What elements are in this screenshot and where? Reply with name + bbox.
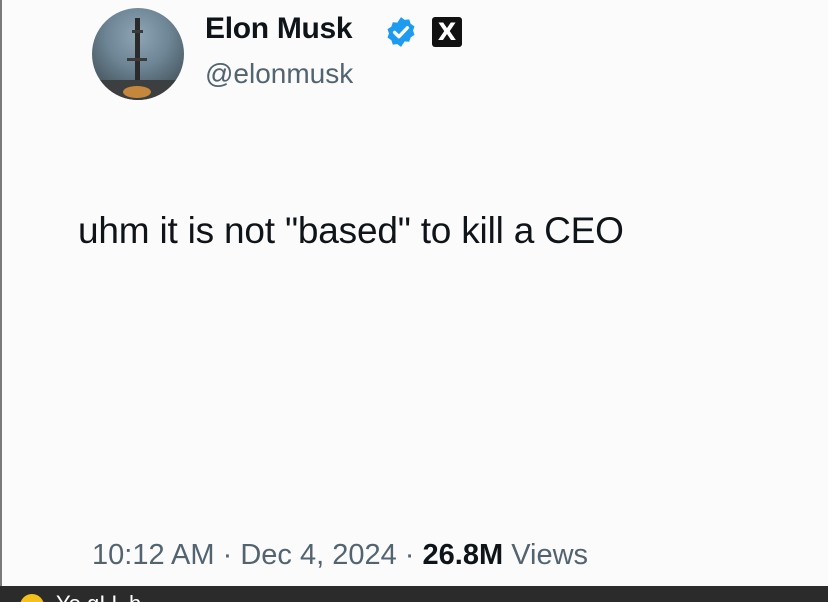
views-count: 26.8M <box>422 539 504 571</box>
separator-dot: · <box>222 539 233 571</box>
tweet-card: Elon Musk X @elonmusk uhm it is not "bas… <box>0 0 828 586</box>
emoji-icon <box>20 594 44 602</box>
tweet-date[interactable]: Dec 4, 2024 <box>240 539 396 571</box>
bottom-caption-bar: Yo gI L h <box>0 586 828 602</box>
screenshot-frame: Elon Musk X @elonmusk uhm it is not "bas… <box>0 0 828 602</box>
avatar[interactable] <box>92 8 184 100</box>
left-border <box>0 0 2 586</box>
separator-dot: · <box>404 539 415 571</box>
bottom-caption-text: Yo gI L h <box>56 591 141 602</box>
views-label: Views <box>511 539 589 571</box>
verified-badge-icon <box>387 17 415 47</box>
avatar-image <box>92 18 184 100</box>
user-handle[interactable]: @elonmusk <box>205 58 353 90</box>
tweet-meta: 10:12 AM · Dec 4, 2024 · 26.8M Views <box>92 539 588 572</box>
tweet-text: uhm it is not "based" to kill a CEO <box>78 210 624 251</box>
tweet-time[interactable]: 10:12 AM <box>92 539 215 571</box>
display-name[interactable]: Elon Musk <box>205 12 353 46</box>
x-logo-icon: X <box>432 17 462 47</box>
